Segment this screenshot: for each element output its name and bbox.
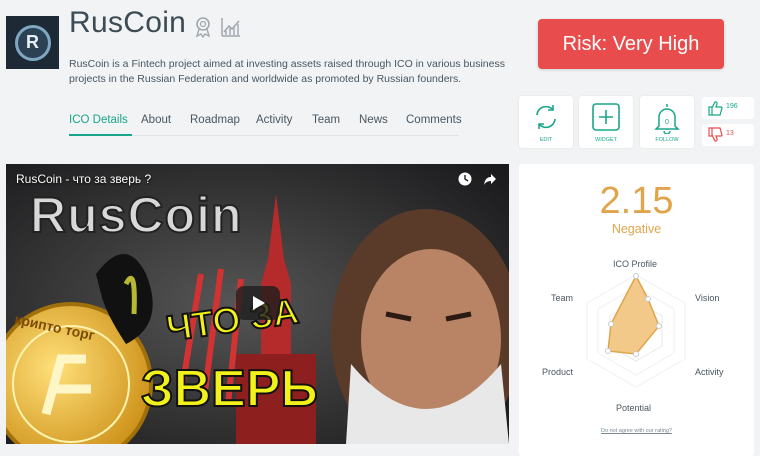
follow-button[interactable]: 0 FOLLOW <box>640 96 694 148</box>
risk-badge: Risk: Very High <box>538 19 724 69</box>
widget-label: WIDGET <box>595 137 617 143</box>
bell-icon: 0 <box>654 104 680 134</box>
video-player[interactable]: RusCoin ЧТО ЗА ЗВЕРЬ крипто торг RusCoin… <box>6 164 509 444</box>
share-icon[interactable] <box>483 172 497 186</box>
edit-button[interactable]: EDIT <box>519 96 573 148</box>
downvote-count: 13 <box>726 130 734 137</box>
thumbs-down-icon <box>708 127 723 142</box>
project-description: RusCoin is a Fintech project aimed at in… <box>69 58 505 85</box>
downvote-button[interactable]: 13 <box>702 124 754 146</box>
tab-ico-details[interactable]: ICO Details <box>69 114 128 126</box>
chart-icon <box>221 18 240 37</box>
logo-mark: R <box>14 24 51 61</box>
watch-later-icon[interactable] <box>458 172 472 186</box>
rating-card: 2.15 Negative ICO Profile Vision Activit… <box>519 164 754 456</box>
upvote-count: 196 <box>726 103 738 110</box>
follow-count: 0 <box>665 119 669 126</box>
refresh-icon <box>536 105 556 129</box>
plus-square-icon <box>592 103 620 131</box>
thumbnail-line2: ЗВЕРЬ <box>140 359 319 419</box>
rating-radar-chart <box>586 273 686 388</box>
video-title[interactable]: RusCoin - что за зверь ? <box>16 172 151 186</box>
project-logo: R <box>6 16 59 69</box>
tab-team[interactable]: Team <box>312 114 340 126</box>
thumbs-up-icon <box>708 101 723 116</box>
tab-about[interactable]: About <box>141 114 171 126</box>
widget-button[interactable]: WIDGET <box>579 96 633 148</box>
page-title: RusCoin <box>69 6 187 39</box>
award-icon <box>195 17 211 38</box>
thumbnail-brand-text: RusCoin <box>29 186 243 244</box>
play-button[interactable] <box>236 286 280 320</box>
edit-label: EDIT <box>539 137 553 143</box>
tab-activity[interactable]: Activity <box>256 114 292 126</box>
tab-news[interactable]: News <box>359 114 388 126</box>
active-tab-indicator <box>69 134 132 136</box>
follow-label: FOLLOW <box>655 137 679 143</box>
tab-bar: ICO Details About Roadmap Activity Team … <box>69 112 462 136</box>
upvote-button[interactable]: 196 <box>702 97 754 119</box>
tab-comments[interactable]: Comments <box>406 114 462 126</box>
disagree-rating-link[interactable]: Do not agree with our rating? <box>519 428 754 434</box>
tab-roadmap[interactable]: Roadmap <box>190 114 240 126</box>
